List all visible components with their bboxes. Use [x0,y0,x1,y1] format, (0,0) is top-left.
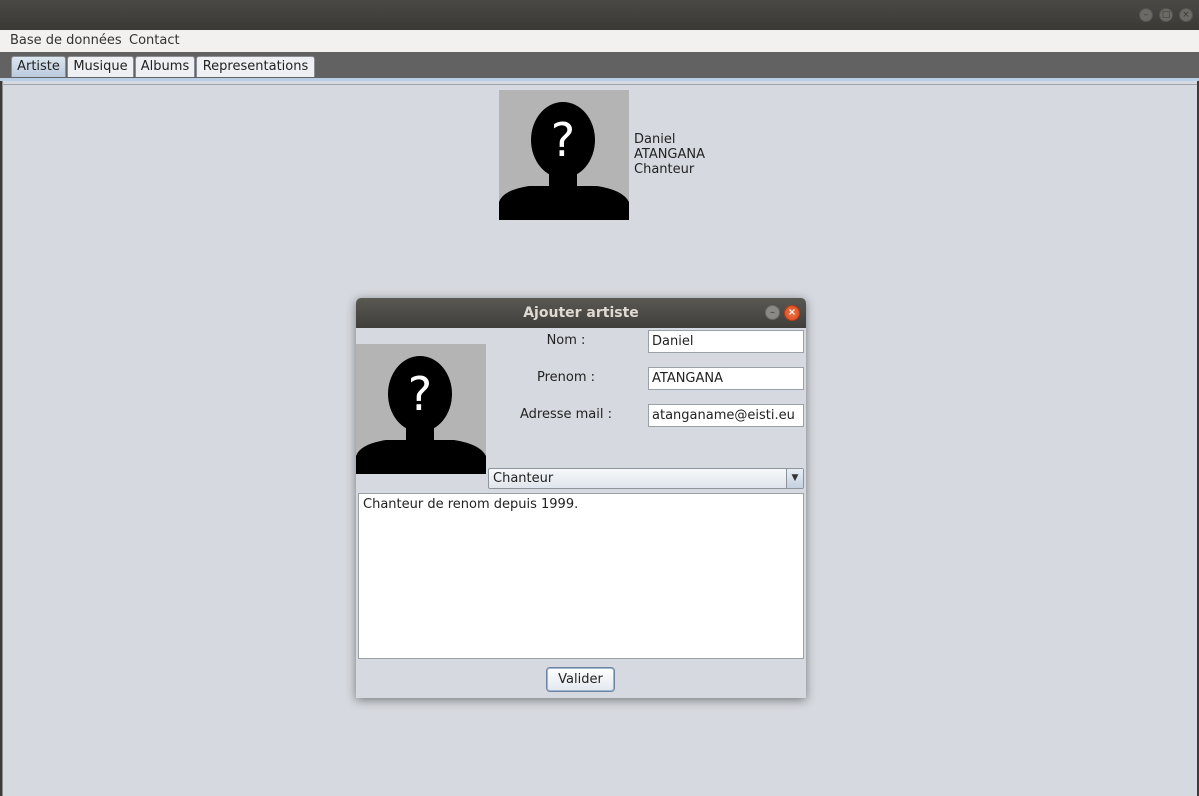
role-select[interactable]: Chanteur ▼ [488,468,804,489]
description-textarea[interactable]: Chanteur de renom depuis 1999. [358,493,804,659]
tab-representations[interactable]: Representations [196,56,315,77]
nom-label: Nom : [546,333,586,348]
svg-text:?: ? [408,367,432,421]
tab-artiste[interactable]: Artiste [11,56,66,77]
tab-albums[interactable]: Albums [135,56,195,77]
minimize-icon[interactable]: – [1139,8,1153,22]
email-field[interactable]: atanganame@eisti.eu [648,404,804,427]
prenom-field[interactable]: ATANGANA [648,367,804,390]
svg-text:?: ? [551,113,575,167]
unknown-person-icon: ? [356,344,486,474]
menu-contact[interactable]: Contact [129,33,180,48]
tab-musique[interactable]: Musique [67,56,134,77]
role-select-value: Chanteur [493,471,554,486]
window-titlebar: – □ × [0,0,1199,30]
prenom-label: Prenom : [536,370,596,385]
valider-button[interactable]: Valider [546,667,615,692]
menu-base-de-donnees[interactable]: Base de données [10,33,122,48]
nom-field[interactable]: Daniel [648,330,804,353]
chevron-down-icon[interactable]: ▼ [786,469,803,488]
add-artist-dialog: Ajouter artiste – × ? Nom : Daniel Preno… [356,298,806,698]
tab-strip: Artiste Musique Albums Representations [0,52,1199,78]
artist-last-name: ATANGANA [634,147,706,162]
artist-photo: ? [499,90,629,220]
unknown-person-icon: ? [499,90,629,220]
dialog-artist-photo[interactable]: ? [356,344,486,474]
artist-role: Chanteur [634,162,695,177]
close-icon[interactable]: × [1179,8,1193,22]
dialog-title: Ajouter artiste [356,298,806,328]
dialog-minimize-icon[interactable]: – [765,305,780,320]
maximize-icon[interactable]: □ [1159,8,1173,22]
email-label: Adresse mail : [519,407,612,422]
dialog-close-icon[interactable]: × [784,305,800,321]
artist-first-name: Daniel [634,132,676,147]
menubar: Base de données Contact [0,30,1199,52]
